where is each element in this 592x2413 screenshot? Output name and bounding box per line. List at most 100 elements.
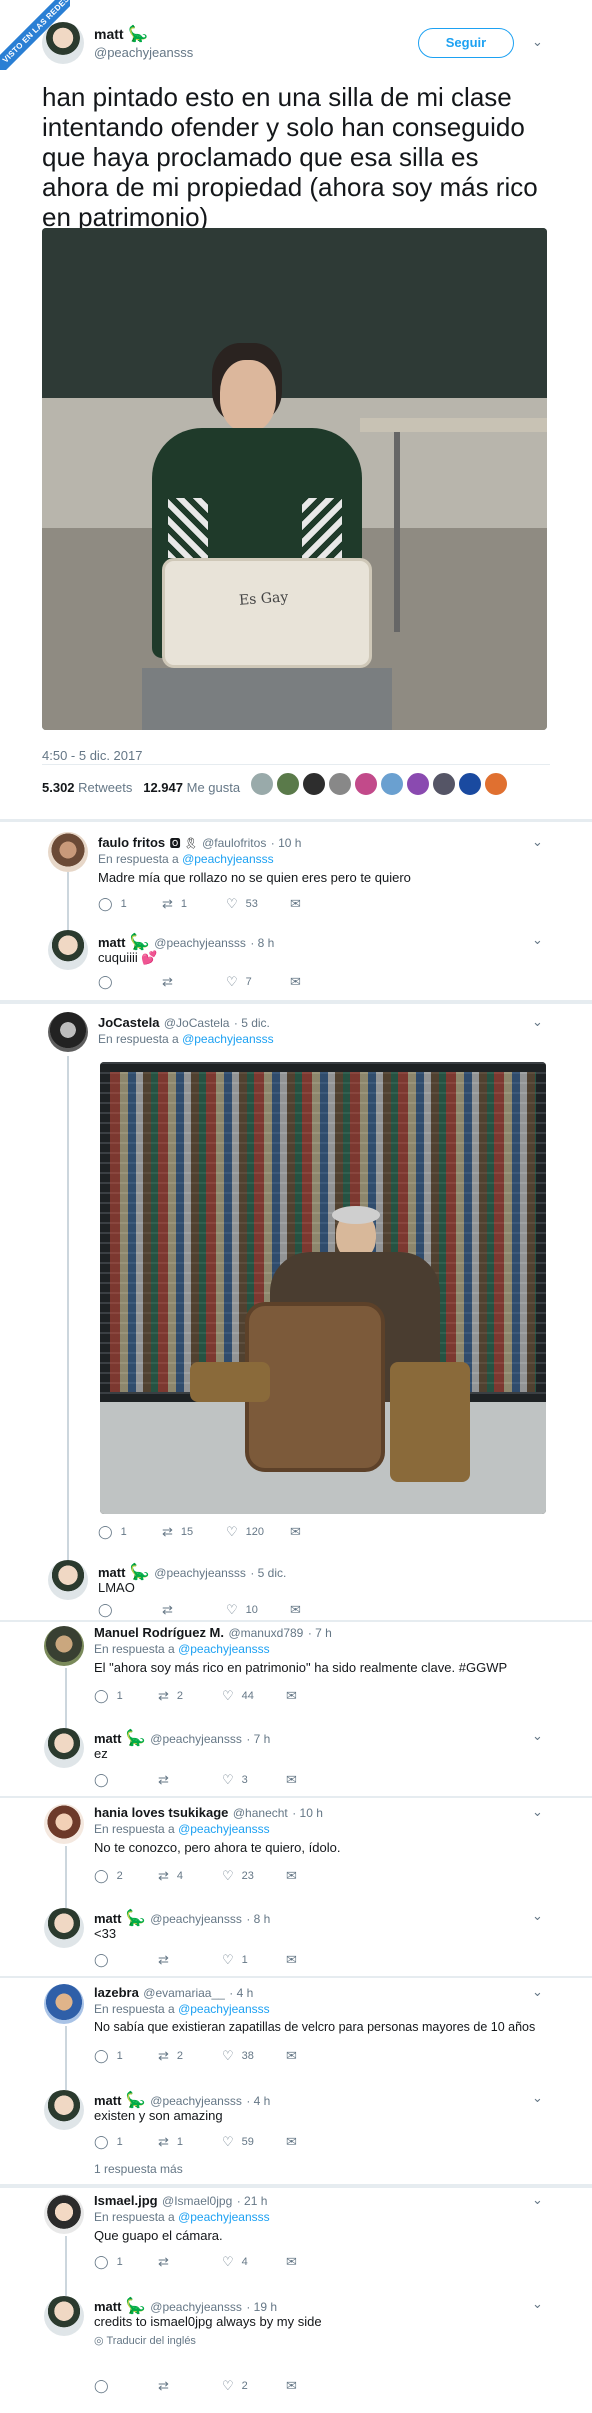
- reply-handle[interactable]: @JoCastela: [164, 1016, 230, 1030]
- dm-button[interactable]: ✉: [286, 2048, 350, 2064]
- reply-header[interactable]: matt 🦕 @peachyjeansss · 19 h: [94, 2296, 277, 2316]
- dm-button[interactable]: ✉: [290, 1602, 354, 1618]
- retweet-count[interactable]: 5.302: [42, 780, 75, 795]
- avatar[interactable]: [44, 1984, 84, 2024]
- liker-avatar[interactable]: [380, 772, 404, 796]
- follow-button[interactable]: Seguir: [418, 28, 514, 58]
- like-button[interactable]: ♡ 38: [222, 2048, 286, 2064]
- reply-header[interactable]: lazebra @evamariaa__ · 4 h: [94, 1984, 253, 2002]
- liker-avatar[interactable]: [458, 772, 482, 796]
- chevron-down-icon[interactable]: ⌄: [532, 1804, 543, 1820]
- reply-time[interactable]: · 8 h: [246, 1912, 270, 1926]
- avatar[interactable]: [48, 930, 88, 970]
- liker-avatar[interactable]: [484, 772, 508, 796]
- reply-photo[interactable]: [100, 1062, 546, 1514]
- liker-avatar[interactable]: [250, 772, 274, 796]
- reply-handle[interactable]: @peachyjeansss: [150, 1912, 242, 1926]
- dm-button[interactable]: ✉: [290, 896, 354, 912]
- reply-handle[interactable]: @hanecht: [233, 1806, 288, 1820]
- reply-header[interactable]: matt 🦕 @peachyjeansss · 8 h: [98, 932, 274, 952]
- reply-handle[interactable]: @peachyjeansss: [154, 936, 246, 950]
- reply-time[interactable]: · 7 h: [246, 1732, 270, 1746]
- reply-header[interactable]: matt 🦕 @peachyjeansss · 5 dic.: [98, 1562, 286, 1582]
- reply-header[interactable]: matt 🦕 @peachyjeansss · 8 h: [94, 1908, 270, 1928]
- liker-avatar[interactable]: [406, 772, 430, 796]
- reply-header[interactable]: hania loves tsukikage @hanecht · 10 h: [94, 1804, 323, 1822]
- reply-to-handle[interactable]: @peachyjeansss: [178, 2002, 270, 2016]
- like-button[interactable]: ♡ 2: [222, 2378, 286, 2394]
- reply-button[interactable]: ◯ 1: [98, 1524, 162, 1540]
- reply-button[interactable]: ◯ 1: [94, 2134, 158, 2150]
- retweet-button[interactable]: ⇄ 1: [162, 896, 226, 912]
- like-button[interactable]: ♡ 10: [226, 1602, 290, 1618]
- retweet-button[interactable]: ⇄ 1: [158, 2134, 222, 2150]
- avatar[interactable]: [48, 1560, 88, 1600]
- reply-time[interactable]: · 7 h: [308, 1626, 332, 1640]
- reply-header[interactable]: matt 🦕 @peachyjeansss · 4 h: [94, 2090, 270, 2110]
- liker-avatar[interactable]: [354, 772, 378, 796]
- reply-author[interactable]: matt: [94, 2093, 121, 2108]
- dm-button[interactable]: ✉: [290, 974, 354, 990]
- retweet-button[interactable]: ⇄: [162, 1602, 226, 1618]
- author-handle[interactable]: @peachyjeansss: [94, 45, 193, 60]
- reply-to-handle[interactable]: @peachyjeansss: [182, 1032, 274, 1046]
- chevron-down-icon[interactable]: ⌄: [532, 2192, 543, 2208]
- reply-button[interactable]: ◯ 1: [94, 2254, 158, 2270]
- chevron-down-icon[interactable]: ⌄: [532, 1908, 543, 1924]
- reply-button[interactable]: ◯ 1: [98, 896, 162, 912]
- liker-avatar[interactable]: [432, 772, 456, 796]
- retweet-button[interactable]: ⇄: [162, 974, 226, 990]
- avatar[interactable]: [44, 1728, 84, 1768]
- like-button[interactable]: ♡ 59: [222, 2134, 286, 2150]
- reply-author[interactable]: matt: [94, 1731, 121, 1746]
- dm-button[interactable]: ✉: [286, 1772, 350, 1788]
- retweet-button[interactable]: ⇄: [158, 1772, 222, 1788]
- reply-author[interactable]: JoCastela: [98, 1015, 159, 1030]
- reply-author[interactable]: Ismael.jpg: [94, 2193, 158, 2208]
- like-button[interactable]: ♡ 120: [226, 1524, 290, 1540]
- reply-header[interactable]: Manuel Rodríguez M. @manuxd789 · 7 h: [94, 1624, 332, 1642]
- reply-time[interactable]: · 10 h: [292, 1806, 323, 1820]
- reply-header[interactable]: faulo fritos 🅾 🎗 @faulofritos · 10 h: [98, 834, 301, 852]
- reply-author[interactable]: matt: [98, 1565, 125, 1580]
- liker-avatar[interactable]: [302, 772, 326, 796]
- reply-button[interactable]: ◯ 1: [94, 2048, 158, 2064]
- dm-button[interactable]: ✉: [290, 1524, 354, 1540]
- reply-handle[interactable]: @peachyjeansss: [150, 2094, 242, 2108]
- reply-button[interactable]: ◯: [94, 1772, 158, 1788]
- tweet-timestamp[interactable]: 4:50 - 5 dic. 2017: [42, 748, 142, 763]
- dm-button[interactable]: ✉: [286, 1688, 350, 1704]
- chevron-down-icon[interactable]: ⌄: [532, 932, 543, 948]
- retweet-button[interactable]: ⇄: [158, 2254, 222, 2270]
- like-button[interactable]: ♡ 44: [222, 1688, 286, 1704]
- reply-time[interactable]: · 4 h: [246, 2094, 270, 2108]
- reply-button[interactable]: ◯ 1: [94, 1688, 158, 1704]
- like-button[interactable]: ♡ 4: [222, 2254, 286, 2270]
- reply-time[interactable]: · 5 dic.: [250, 1566, 286, 1580]
- translate-link[interactable]: ◎ Traducir del inglés: [94, 2334, 196, 2347]
- reply-author[interactable]: matt: [94, 1911, 121, 1926]
- dm-button[interactable]: ✉: [286, 2254, 350, 2270]
- retweet-button[interactable]: ⇄ 4: [158, 1868, 222, 1884]
- reply-handle[interactable]: @faulofritos: [202, 836, 266, 850]
- chevron-down-icon[interactable]: ⌄: [532, 834, 543, 850]
- reply-time[interactable]: · 4 h: [229, 1986, 253, 2000]
- reply-time[interactable]: · 5 dic.: [234, 1016, 270, 1030]
- translate-label[interactable]: Traducir del inglés: [106, 2335, 195, 2347]
- reply-handle[interactable]: @peachyjeansss: [154, 1566, 246, 1580]
- reply-handle[interactable]: @peachyjeansss: [150, 1732, 242, 1746]
- like-button[interactable]: ♡ 23: [222, 1868, 286, 1884]
- liker-avatar[interactable]: [328, 772, 352, 796]
- avatar[interactable]: [44, 2090, 84, 2130]
- reply-author[interactable]: faulo fritos: [98, 835, 165, 850]
- reply-button[interactable]: ◯ 2: [94, 1868, 158, 1884]
- reply-to-handle[interactable]: @peachyjeansss: [178, 1642, 270, 1656]
- chevron-down-icon[interactable]: ⌄: [532, 2090, 543, 2106]
- like-count[interactable]: 12.947: [143, 780, 183, 795]
- retweet-label[interactable]: Retweets: [78, 780, 132, 795]
- like-label[interactable]: Me gusta: [187, 780, 240, 795]
- reply-handle[interactable]: @evamariaa__: [143, 1986, 225, 2000]
- author-block[interactable]: matt 🦕 @peachyjeansss: [94, 24, 193, 62]
- avatar[interactable]: [44, 2194, 84, 2234]
- avatar[interactable]: [44, 2296, 84, 2336]
